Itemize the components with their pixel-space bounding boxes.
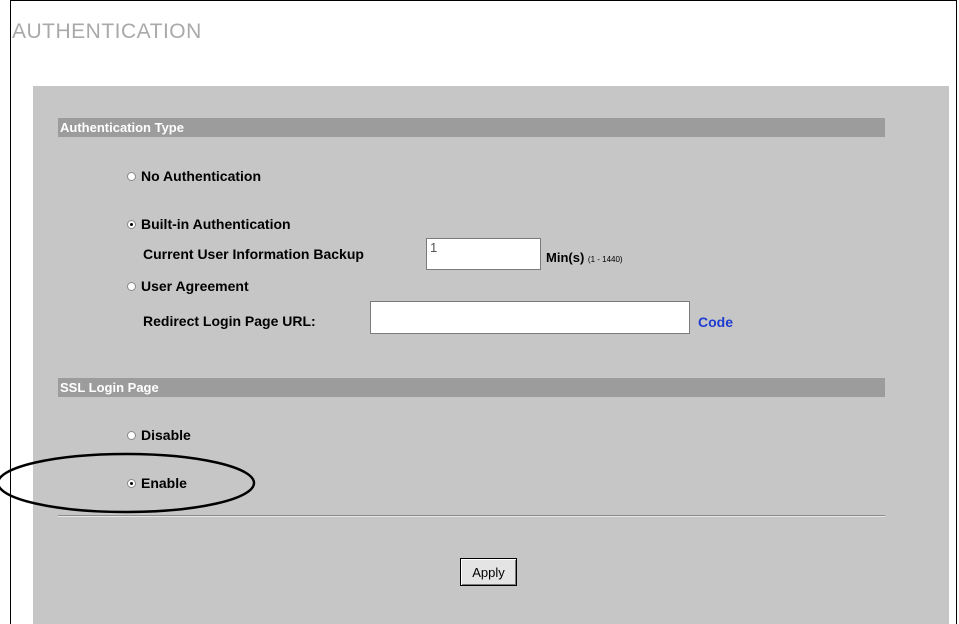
divider: [58, 515, 885, 517]
builtin-authentication-option[interactable]: Built-in Authentication: [127, 216, 291, 232]
user-agreement-label: User Agreement: [141, 278, 249, 294]
redirect-url-label: Redirect Login Page URL:: [143, 313, 316, 329]
callout-ellipse: [0, 452, 256, 514]
builtin-authentication-label: Built-in Authentication: [141, 216, 291, 232]
backup-interval-input[interactable]: 1: [426, 238, 541, 270]
ssl-disable-option[interactable]: Disable: [127, 427, 191, 443]
apply-button[interactable]: Apply: [460, 558, 517, 586]
backup-label: Current User Information Backup: [143, 246, 364, 262]
radio-button-checked-icon[interactable]: [127, 219, 136, 229]
page-title: AUTHENTICATION: [12, 20, 202, 43]
redirect-url-input[interactable]: [370, 301, 690, 334]
backup-range: (1 - 1440): [587, 255, 623, 264]
backup-unit-label: Min(s): [546, 250, 585, 265]
no-authentication-label: No Authentication: [141, 168, 262, 184]
code-link[interactable]: Code: [698, 314, 733, 330]
section-header-authentication-type: Authentication Type: [58, 118, 885, 137]
radio-button-icon[interactable]: [127, 171, 136, 181]
section-header-ssl-login-page: SSL Login Page: [58, 378, 885, 397]
ssl-disable-label: Disable: [141, 427, 191, 443]
no-authentication-option[interactable]: No Authentication: [127, 168, 261, 184]
settings-panel: [33, 86, 949, 624]
radio-button-icon[interactable]: [127, 281, 136, 291]
user-agreement-option[interactable]: User Agreement: [127, 278, 249, 294]
backup-unit: Min(s) (1 - 1440): [546, 250, 623, 265]
radio-button-icon[interactable]: [127, 430, 136, 440]
